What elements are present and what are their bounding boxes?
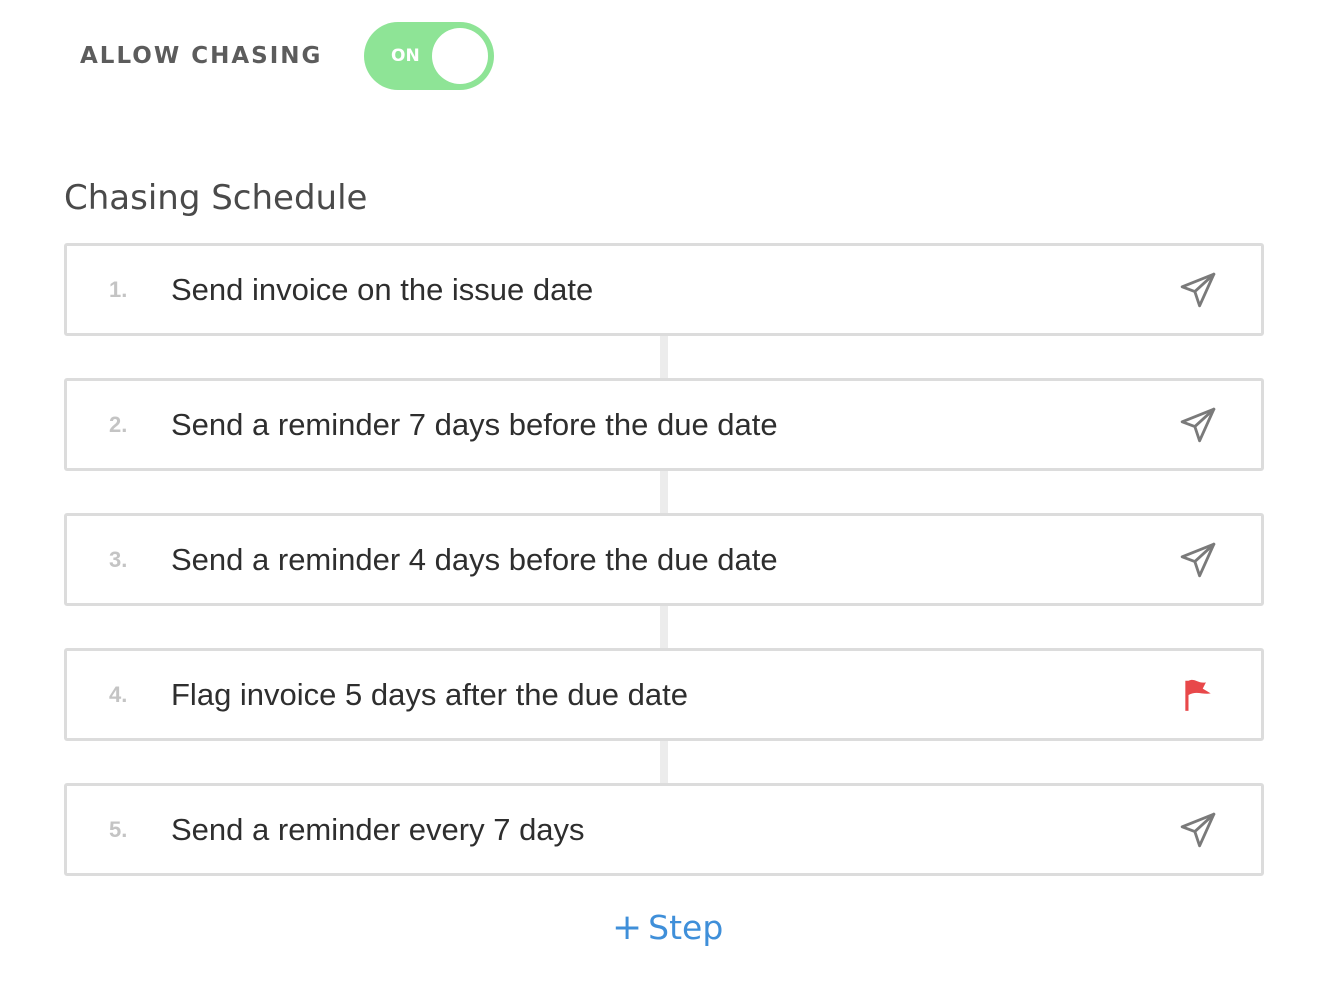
step-card-4[interactable]: 4. Flag invoice 5 days after the due dat… bbox=[64, 648, 1264, 741]
step-connector bbox=[660, 471, 668, 513]
schedule-steps: 1. Send invoice on the issue date 2. Sen… bbox=[64, 243, 1264, 876]
section-title: Chasing Schedule bbox=[64, 178, 368, 218]
step-number: 2. bbox=[109, 411, 128, 437]
step-connector bbox=[660, 606, 668, 648]
step-card-1[interactable]: 1. Send invoice on the issue date bbox=[64, 243, 1264, 336]
paper-plane-icon bbox=[1179, 406, 1217, 444]
step-number: 3. bbox=[109, 546, 128, 572]
step-description: Send a reminder every 7 days bbox=[171, 811, 585, 847]
allow-chasing-toggle[interactable]: ON bbox=[364, 22, 494, 90]
step-number: 5. bbox=[109, 816, 128, 842]
step-connector bbox=[660, 741, 668, 783]
step-description: Flag invoice 5 days after the due date bbox=[171, 676, 688, 712]
step-connector bbox=[660, 336, 668, 378]
add-step-button[interactable]: + Step bbox=[612, 908, 723, 947]
paper-plane-icon bbox=[1179, 811, 1217, 849]
step-number: 4. bbox=[109, 681, 128, 707]
toggle-state-label: ON bbox=[391, 46, 420, 66]
step-description: Send invoice on the issue date bbox=[171, 271, 594, 307]
step-card-2[interactable]: 2. Send a reminder 7 days before the due… bbox=[64, 378, 1264, 471]
step-item: 1. Send invoice on the issue date bbox=[64, 243, 1264, 336]
step-item: 4. Flag invoice 5 days after the due dat… bbox=[64, 648, 1264, 741]
paper-plane-icon bbox=[1179, 541, 1217, 579]
toggle-knob bbox=[432, 28, 488, 84]
step-item: 3. Send a reminder 4 days before the due… bbox=[64, 513, 1264, 606]
step-card-5[interactable]: 5. Send a reminder every 7 days bbox=[64, 783, 1264, 876]
step-item: 5. Send a reminder every 7 days bbox=[64, 783, 1264, 876]
step-description: Send a reminder 7 days before the due da… bbox=[171, 406, 778, 442]
add-step-label: Step bbox=[648, 908, 724, 947]
flag-icon bbox=[1179, 676, 1217, 714]
step-description: Send a reminder 4 days before the due da… bbox=[171, 541, 778, 577]
allow-chasing-row: ALLOW CHASING ON bbox=[80, 22, 494, 90]
step-number: 1. bbox=[109, 276, 128, 302]
step-item: 2. Send a reminder 7 days before the due… bbox=[64, 378, 1264, 471]
plus-icon: + bbox=[612, 906, 643, 948]
step-card-3[interactable]: 3. Send a reminder 4 days before the due… bbox=[64, 513, 1264, 606]
paper-plane-icon bbox=[1179, 271, 1217, 309]
allow-chasing-label: ALLOW CHASING bbox=[80, 43, 323, 69]
